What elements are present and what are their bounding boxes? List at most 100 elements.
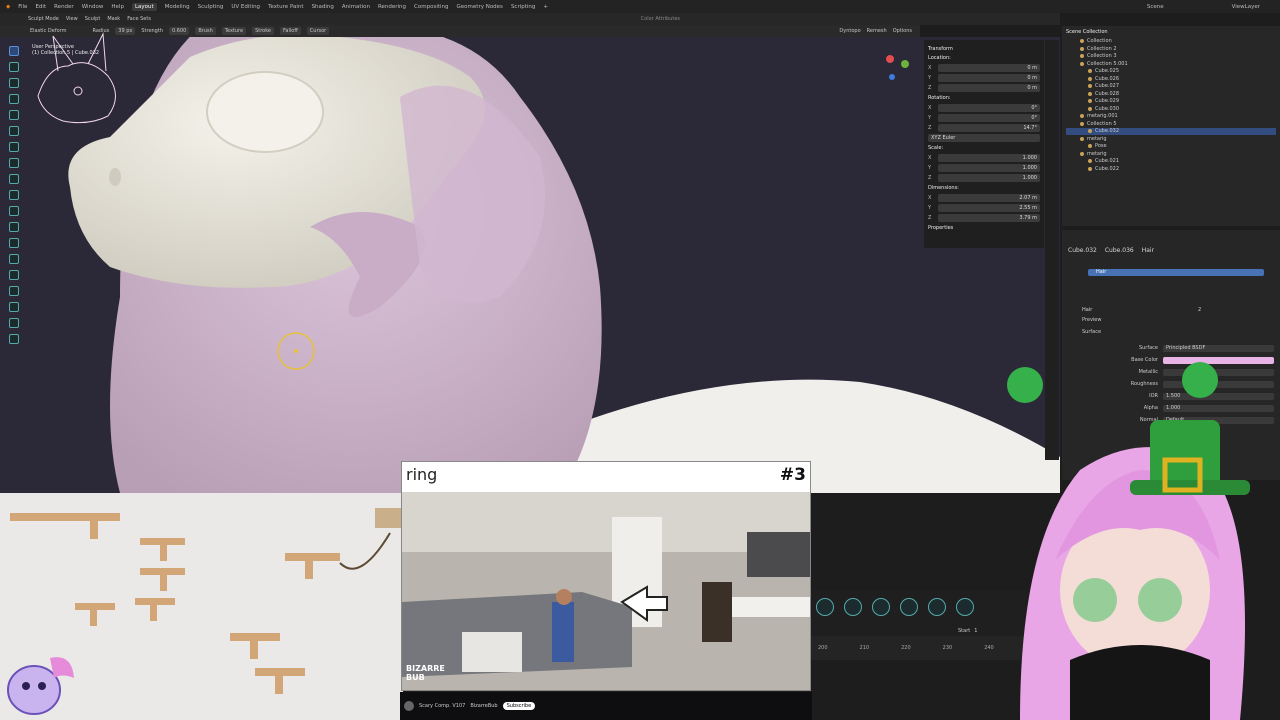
- breadcrumb-object[interactable]: Cube.032: [1068, 247, 1097, 254]
- header-menu-face-sets[interactable]: Face Sets: [127, 16, 151, 22]
- brush-dropdown[interactable]: Brush: [195, 27, 216, 35]
- options-dropdown[interactable]: Options: [893, 28, 912, 34]
- view-layer-selector[interactable]: ViewLayer: [1232, 4, 1260, 10]
- texture-dropdown[interactable]: Texture: [221, 27, 247, 35]
- material-slot[interactable]: Hair: [1088, 269, 1264, 276]
- tab-modeling[interactable]: Modeling: [165, 4, 190, 10]
- crease-brush-icon[interactable]: [9, 158, 19, 168]
- frame-start-value[interactable]: 1: [974, 628, 977, 634]
- scale-x-field[interactable]: 1.000: [938, 153, 1040, 162]
- tab-animation[interactable]: Animation: [342, 4, 370, 10]
- shelf-brush-icon[interactable]: [928, 598, 946, 616]
- outliner-item[interactable]: Cube.025: [1066, 68, 1276, 76]
- outliner-item[interactable]: Collection 5: [1066, 120, 1276, 128]
- fill-brush-icon[interactable]: [9, 206, 19, 216]
- outliner-item[interactable]: Pose: [1066, 143, 1276, 151]
- transform-panel-title[interactable]: Transform: [928, 46, 1040, 52]
- tab-texture-paint[interactable]: Texture Paint: [268, 4, 304, 10]
- annotate-tool-icon[interactable]: [9, 334, 19, 344]
- smooth-brush-icon[interactable]: [9, 174, 19, 184]
- outliner-item[interactable]: Cube.022: [1066, 165, 1276, 173]
- scale-y-field[interactable]: 1.000: [938, 163, 1040, 172]
- outliner-item[interactable]: Cube.021: [1066, 158, 1276, 166]
- rotation-x-field[interactable]: 0°: [938, 103, 1040, 112]
- pose-brush-icon[interactable]: [9, 286, 19, 296]
- tab-layout[interactable]: Layout: [131, 2, 157, 11]
- tab-sculpting[interactable]: Sculpting: [198, 4, 224, 10]
- outliner-item[interactable]: Cube.029: [1066, 98, 1276, 106]
- header-menu-mask[interactable]: Mask: [107, 16, 120, 22]
- property-value[interactable]: Principled BSDF: [1163, 344, 1274, 352]
- location-z-field[interactable]: 0 m: [938, 83, 1040, 92]
- material-name[interactable]: Hair: [1082, 307, 1192, 313]
- remesh-dropdown[interactable]: Remesh: [867, 28, 887, 34]
- outliner-item[interactable]: Collection 3: [1066, 53, 1276, 61]
- strength-field[interactable]: 0.600: [169, 27, 190, 35]
- flatten-brush-icon[interactable]: [9, 190, 19, 200]
- menu-window[interactable]: Window: [82, 4, 104, 10]
- dimensions-z-field[interactable]: 3.79 m: [938, 213, 1040, 222]
- dimensions-y-field[interactable]: 2.55 m: [938, 203, 1040, 212]
- channel-avatar[interactable]: [404, 701, 414, 711]
- outliner-item[interactable]: Cube.032: [1066, 127, 1276, 135]
- outliner-item[interactable]: Collection 2: [1066, 45, 1276, 53]
- menu-file[interactable]: File: [18, 4, 27, 10]
- location-x-field[interactable]: 0 m: [938, 63, 1040, 72]
- outliner-item[interactable]: Cube.026: [1066, 75, 1276, 83]
- shelf-brush-icon[interactable]: [816, 598, 834, 616]
- tab-shading[interactable]: Shading: [312, 4, 334, 10]
- add-workspace-icon[interactable]: +: [543, 4, 548, 10]
- outliner-item[interactable]: Cube.030: [1066, 105, 1276, 113]
- blob-brush-icon[interactable]: [9, 142, 19, 152]
- scene-collection-label[interactable]: Scene Collection: [1066, 28, 1276, 36]
- mode-selector[interactable]: Sculpt Mode: [28, 16, 59, 22]
- inflate-brush-icon[interactable]: [9, 126, 19, 136]
- tab-uv-editing[interactable]: UV Editing: [231, 4, 260, 10]
- preview-section[interactable]: Preview: [1068, 314, 1274, 326]
- gizmo-z-axis[interactable]: [889, 74, 895, 80]
- draw-brush-icon[interactable]: [9, 46, 19, 56]
- shelf-brush-icon[interactable]: [872, 598, 890, 616]
- tab-geometry-nodes[interactable]: Geometry Nodes: [457, 4, 503, 10]
- shelf-brush-icon[interactable]: [844, 598, 862, 616]
- outliner-item[interactable]: Collection 5.001: [1066, 60, 1276, 68]
- location-y-field[interactable]: 0 m: [938, 73, 1040, 82]
- properties-panel-title[interactable]: Properties: [928, 225, 1040, 231]
- clay-strips-brush-icon[interactable]: [9, 94, 19, 104]
- rotation-y-field[interactable]: 0°: [938, 113, 1040, 122]
- surface-section[interactable]: Surface: [1068, 326, 1274, 338]
- tab-compositing[interactable]: Compositing: [414, 4, 448, 10]
- outliner-item[interactable]: Cube.028: [1066, 90, 1276, 98]
- shelf-brush-icon[interactable]: [900, 598, 918, 616]
- cursor-dropdown[interactable]: Cursor: [306, 27, 330, 35]
- menu-render[interactable]: Render: [54, 4, 74, 10]
- outliner-item[interactable]: metarig: [1066, 150, 1276, 158]
- falloff-dropdown[interactable]: Falloff: [280, 27, 301, 35]
- stroke-dropdown[interactable]: Stroke: [252, 27, 275, 35]
- blender-logo-icon[interactable]: ◆: [6, 4, 10, 10]
- breadcrumb-material[interactable]: Hair: [1142, 247, 1154, 254]
- dimensions-x-field[interactable]: 2.07 m: [938, 193, 1040, 202]
- 3d-viewport[interactable]: [0, 37, 1060, 493]
- mask-brush-icon[interactable]: [9, 302, 19, 312]
- gizmo-y-axis[interactable]: [901, 60, 909, 68]
- scale-z-field[interactable]: 1.000: [938, 173, 1040, 182]
- grab-brush-icon[interactable]: [9, 238, 19, 248]
- outliner-item[interactable]: metarig.001: [1066, 113, 1276, 121]
- gizmo-x-axis[interactable]: [886, 55, 894, 63]
- outliner-item[interactable]: Cube.027: [1066, 83, 1276, 91]
- menu-edit[interactable]: Edit: [35, 4, 46, 10]
- snake-hook-brush-icon[interactable]: [9, 254, 19, 264]
- frame-start[interactable]: Start 1: [958, 628, 977, 634]
- draw-sharp-brush-icon[interactable]: [9, 62, 19, 72]
- channel-name[interactable]: BizarreBub: [470, 703, 497, 709]
- elastic-deform-brush-icon[interactable]: [9, 270, 19, 280]
- tab-scripting[interactable]: Scripting: [511, 4, 535, 10]
- subscribe-button[interactable]: Subscribe: [502, 702, 536, 710]
- scrape-brush-icon[interactable]: [9, 222, 19, 232]
- breadcrumb-mesh[interactable]: Cube.036: [1105, 247, 1134, 254]
- dyntopo-toggle[interactable]: Dyntopo: [839, 28, 860, 34]
- header-menu-sculpt[interactable]: Sculpt: [85, 16, 101, 22]
- menu-help[interactable]: Help: [111, 4, 124, 10]
- outliner-item[interactable]: metarig: [1066, 135, 1276, 143]
